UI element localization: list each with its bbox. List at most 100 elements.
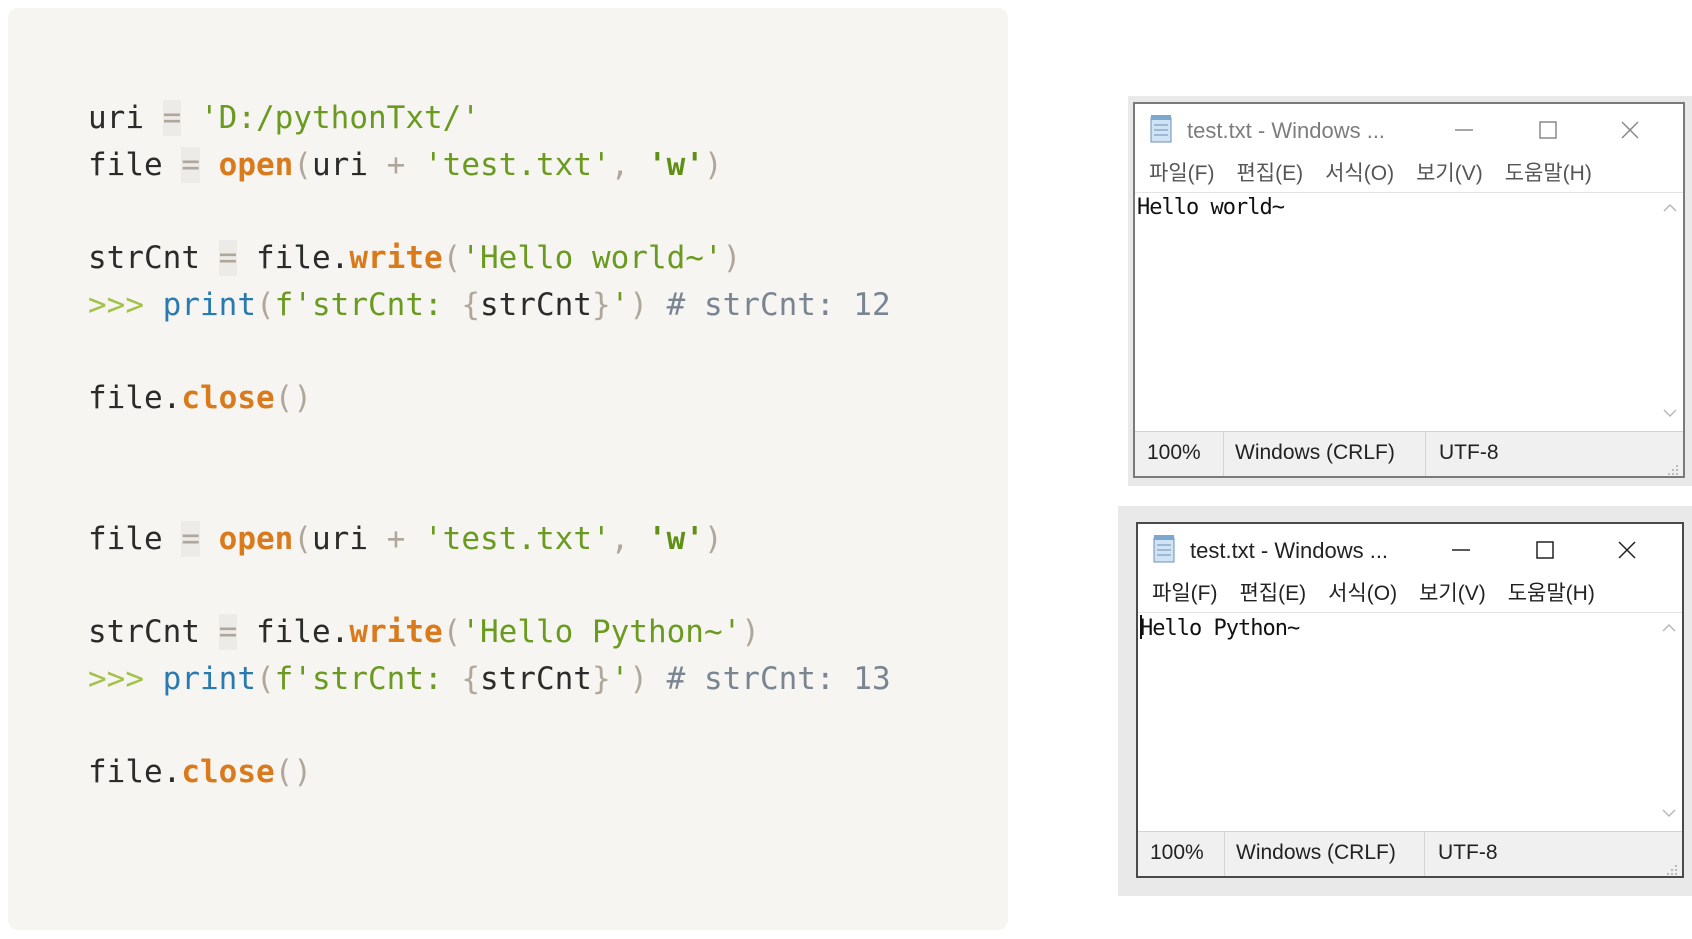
title-bar[interactable]: test.txt - Windows ...: [1135, 104, 1683, 156]
code-token: +: [386, 521, 406, 557]
code-line: strCnt = file.write('Hello Python~'): [88, 610, 760, 654]
code-token: }: [591, 661, 611, 697]
code-token: f'strCnt:: [274, 287, 462, 323]
code-token: 'Hello Python~': [461, 614, 742, 650]
chevron-down-icon[interactable]: [1663, 406, 1677, 422]
code-token: close: [181, 754, 275, 790]
code-token: close: [181, 380, 275, 416]
status-divider: [1424, 832, 1425, 876]
window-title: test.txt - Windows ...: [1187, 118, 1386, 143]
status-bar: 100% Windows (CRLF) UTF-8: [1138, 831, 1682, 876]
code-token: strCnt: [479, 661, 592, 697]
code-token: >>>: [88, 661, 144, 697]
chevron-down-icon[interactable]: [1662, 806, 1676, 822]
code-token: 'Hello world~': [461, 240, 723, 276]
code-token: open: [218, 147, 294, 183]
menu-edit[interactable]: 편집(E): [1236, 156, 1303, 192]
text-editor[interactable]: Hello Python~: [1138, 612, 1682, 832]
window-title: test.txt - Windows ...: [1190, 538, 1389, 563]
code-token: +: [386, 147, 406, 183]
code-token: ): [629, 287, 648, 323]
code-token: =: [218, 614, 238, 650]
notepad-window-2[interactable]: test.txt - Windows ... 파일(F) 편집(E) 서식(O)…: [1136, 522, 1684, 878]
code-token: file: [88, 147, 163, 183]
minimize-icon[interactable]: [1447, 114, 1481, 146]
menu-file[interactable]: 파일(F): [1152, 576, 1217, 612]
code-token: strCnt: [88, 614, 200, 650]
code-comment: # strCnt: 13: [666, 661, 891, 697]
code-token: ,: [610, 521, 630, 557]
notepad-icon: [1152, 535, 1176, 563]
menu-view[interactable]: 보기(V): [1416, 156, 1483, 192]
maximize-icon[interactable]: [1531, 114, 1565, 146]
code-token: f'strCnt:: [274, 661, 462, 697]
menu-help[interactable]: 도움말(H): [1505, 156, 1592, 192]
code-line: >>> print(f'strCnt: {strCnt}') # strCnt:…: [88, 657, 891, 701]
status-divider: [1425, 432, 1426, 476]
line-ending: Windows (CRLF): [1235, 441, 1395, 464]
menu-file[interactable]: 파일(F): [1149, 156, 1214, 192]
code-token: {: [461, 661, 480, 697]
close-icon[interactable]: [1613, 114, 1647, 146]
code-token: (: [442, 614, 462, 650]
code-token: ): [629, 661, 648, 697]
code-token: ): [704, 147, 723, 183]
code-token: uri: [312, 147, 368, 183]
code-line: strCnt = file.write('Hello world~'): [88, 236, 741, 280]
encoding: UTF-8: [1438, 841, 1498, 864]
close-icon[interactable]: [1610, 534, 1644, 566]
resize-grip-icon[interactable]: [1665, 458, 1679, 475]
code-token: 'test.txt': [424, 147, 611, 183]
code-token: print: [162, 287, 256, 323]
chevron-up-icon[interactable]: [1663, 199, 1677, 215]
code-token: strCnt: [479, 287, 592, 323]
code-token: uri: [312, 521, 368, 557]
editor-content-wrap: Hello Python~: [1140, 615, 1300, 641]
menu-view[interactable]: 보기(V): [1419, 576, 1486, 612]
code-token: =: [181, 147, 200, 183]
code-token: write: [349, 240, 443, 276]
status-divider: [1224, 832, 1225, 876]
maximize-icon[interactable]: [1528, 534, 1562, 566]
code-token: file.: [88, 754, 182, 790]
code-token: uri: [88, 100, 144, 136]
code-token: 'w': [648, 521, 704, 557]
zoom-level: 100%: [1150, 841, 1204, 864]
code-token: (: [293, 147, 312, 183]
code-token: ): [722, 240, 742, 276]
code-token: =: [181, 521, 200, 557]
code-token: file.: [256, 240, 350, 276]
code-token: >>>: [88, 287, 144, 323]
code-block: uri = 'D:/pythonTxt/' file = open(uri + …: [8, 8, 1008, 930]
menu-format[interactable]: 서식(O): [1328, 576, 1397, 612]
text-editor[interactable]: Hello world~: [1135, 192, 1683, 432]
code-line: >>> print(f'strCnt: {strCnt}') # strCnt:…: [88, 283, 891, 327]
minimize-icon[interactable]: [1444, 534, 1478, 566]
code-token: print: [162, 661, 256, 697]
code-line: file.close(): [88, 750, 312, 794]
code-token: open: [218, 521, 294, 557]
resize-grip-icon[interactable]: [1664, 858, 1678, 875]
encoding: UTF-8: [1439, 441, 1499, 464]
menu-bar: 파일(F) 편집(E) 서식(O) 보기(V) 도움말(H): [1138, 576, 1682, 612]
chevron-up-icon[interactable]: [1662, 619, 1676, 635]
code-token: file.: [256, 614, 350, 650]
code-token: =: [162, 100, 182, 136]
vertical-scrollbar[interactable]: [1656, 613, 1682, 832]
code-token: 'D:/pythonTxt/': [200, 100, 480, 136]
vertical-scrollbar[interactable]: [1657, 193, 1683, 432]
notepad-window-1[interactable]: test.txt - Windows ... 파일(F) 편집(E) 서식(O)…: [1133, 102, 1685, 478]
code-line: file = open(uri + 'test.txt', 'w'): [88, 143, 723, 187]
code-token: file.: [88, 380, 182, 416]
editor-content: Hello world~: [1137, 195, 1285, 220]
notepad-icon: [1149, 115, 1173, 143]
code-token: ': [610, 287, 630, 323]
menu-edit[interactable]: 편집(E): [1239, 576, 1306, 612]
code-token: ): [704, 521, 723, 557]
menu-help[interactable]: 도움말(H): [1508, 576, 1595, 612]
menu-format[interactable]: 서식(O): [1325, 156, 1394, 192]
code-token: (: [256, 287, 275, 323]
code-token: =: [218, 240, 238, 276]
title-bar[interactable]: test.txt - Windows ...: [1138, 524, 1682, 576]
code-token: (): [274, 754, 312, 790]
